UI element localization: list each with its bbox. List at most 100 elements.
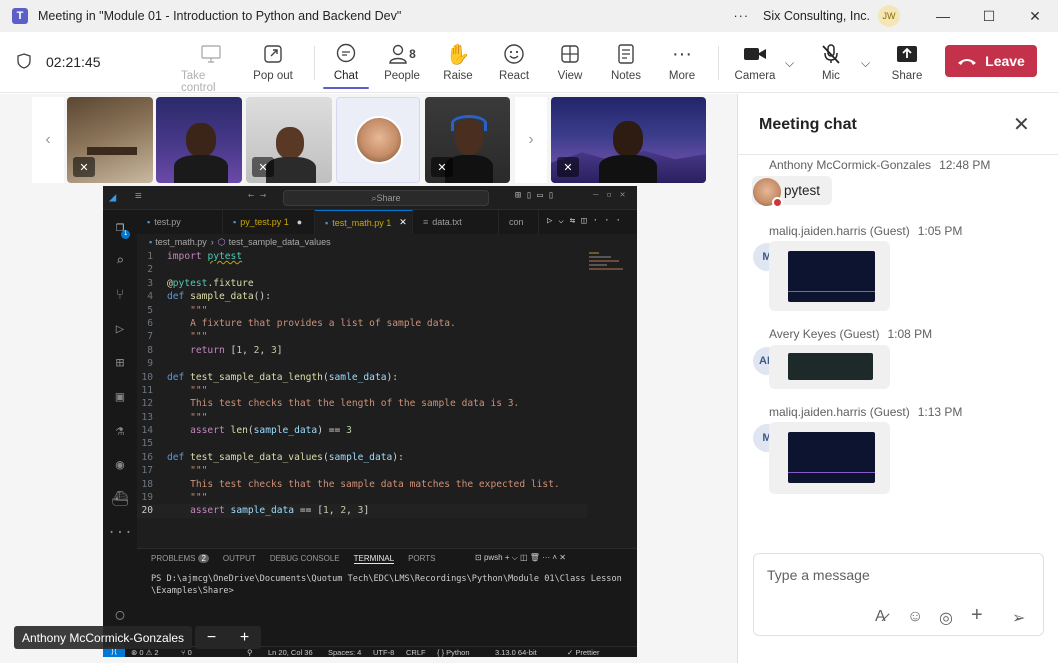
remote-explorer-icon: ▣ (115, 389, 125, 405)
add-attachment-icon[interactable]: + (971, 604, 983, 627)
tab-test-py: ▪ test.py (137, 210, 223, 234)
code-line: 9 (147, 358, 153, 370)
muted-mic-icon: ✕ (73, 157, 95, 177)
leave-button[interactable]: Leave (945, 45, 1037, 77)
panel-tabs: PROBLEMS 2 OUTPUT DEBUG CONSOLE TERMINAL … (151, 554, 435, 564)
chevron-left-icon: ‹ (45, 131, 51, 148)
people-count: 8 (409, 47, 416, 61)
participant-face (276, 127, 304, 159)
take-control-button[interactable]: Take control (181, 42, 241, 94)
minimap (589, 250, 635, 290)
organization-name[interactable]: Six Consulting, Inc. (763, 9, 870, 23)
chat-message-header: maliq.jaiden.harris (Guest) 1:05 PM (769, 224, 963, 238)
share-icon (896, 42, 918, 66)
mic-options-chevron-icon[interactable]: ⌵ (861, 56, 870, 71)
emoji-icon[interactable]: ☺ (907, 608, 923, 626)
close-window-button[interactable]: ✕ (1012, 0, 1058, 32)
close-chat-button[interactable]: ✕ (1013, 112, 1030, 137)
send-icon[interactable]: ➢ (1012, 608, 1025, 628)
screenshot-thumbnail[interactable] (788, 251, 875, 302)
react-button[interactable]: React (484, 42, 544, 82)
screenshot-thumbnail[interactable] (788, 353, 873, 380)
panel-tab-debug-console: DEBUG CONSOLE (269, 554, 340, 563)
code-line: 6 A fixture that provides a list of samp… (147, 317, 456, 329)
share-button[interactable]: Share (877, 42, 937, 82)
participant-avatar-tile[interactable] (336, 97, 420, 183)
participant-video-tile[interactable]: ✕ (67, 97, 153, 183)
code-line: 4 def sample_data (): (147, 291, 271, 303)
muted-mic-icon: ✕ (252, 157, 274, 177)
terminal-shell-label: ⊡ pwsh + ⌵ ◫ 🗑 ··· ˄ ✕ (475, 553, 567, 562)
raise-hand-button[interactable]: ✋ Raise (428, 42, 488, 83)
window-controls-icon: –▫✕ (593, 190, 634, 200)
more-button[interactable]: ··· More (652, 42, 712, 83)
grid-view-icon (560, 42, 580, 66)
python-file-icon: ▪ (147, 217, 151, 227)
text-file-icon: ≡ (423, 217, 429, 227)
participant-video-tile[interactable] (156, 97, 242, 183)
participant-video-tile[interactable]: ✕ (425, 97, 510, 183)
chat-button[interactable]: Chat (316, 42, 376, 82)
people-button[interactable]: 8 People (372, 42, 432, 82)
vscode-editor-tabs: ▪ test.py ▪ py_test.py 1 ● ▪ test_math.py 1 ✕… (137, 210, 637, 234)
testing-icon: ⚗ (115, 423, 125, 439)
code-line: 11 """ (141, 384, 208, 396)
search-icon: ⌕ (115, 253, 125, 269)
muted-mic-icon: ✕ (557, 157, 579, 177)
shared-screen-vscode: ◢ ≡ ← → ⌕ Share ⊞▯▭▯ –▫✕ ❐ 1 ⌕ ⑂ ▷ ⊞ ▣ ⚗… (103, 186, 637, 657)
format-icon[interactable]: A̷ (875, 608, 886, 626)
chat-message-header: Anthony McCormick-Gonzales 12:48 PM (769, 158, 991, 172)
zoom-out-button[interactable]: − (207, 629, 216, 647)
camera-options-chevron-icon[interactable]: ⌵ (785, 56, 794, 71)
code-line: 5 """ (147, 304, 208, 316)
tab-con: con (499, 210, 539, 234)
tab-py-test-py: ▪ py_test.py 1 ● (223, 210, 315, 234)
gallery-next-button[interactable]: › (515, 97, 547, 183)
user-avatar[interactable]: JW (878, 5, 900, 27)
screenshot-thumbnail[interactable] (788, 432, 875, 483)
message-input[interactable]: Type a message (767, 567, 870, 583)
participant-avatar (355, 116, 403, 164)
maximize-button[interactable]: ☐ (966, 0, 1012, 32)
notes-icon (617, 42, 635, 66)
docker-icon: ⛴ (111, 491, 129, 507)
zoom-in-button[interactable]: + (240, 629, 249, 647)
gallery-previous-button[interactable]: ‹ (32, 97, 64, 183)
more-options-icon[interactable]: ··· (734, 9, 750, 23)
panel-tab-terminal: TERMINAL (353, 554, 395, 564)
mic-muted-icon (820, 42, 842, 66)
minimize-button[interactable]: — (920, 0, 966, 32)
pop-out-button[interactable]: Pop out (243, 42, 303, 82)
tab-data-txt: ≡ data.txt (413, 210, 499, 234)
mic-button[interactable]: Mic (801, 42, 861, 82)
chat-message-header: maliq.jaiden.harris (Guest) 1:13 PM (769, 405, 963, 419)
camera-button[interactable]: Camera (725, 42, 785, 82)
code-line: 17 """ (141, 465, 208, 477)
loop-icon[interactable]: ◎ (939, 608, 953, 628)
python-file-icon: ▪ (325, 217, 329, 228)
code-line: 19 """ (141, 492, 208, 504)
shield-icon[interactable] (17, 53, 31, 69)
chat-image-message[interactable] (769, 422, 890, 494)
smiley-icon (503, 42, 525, 66)
view-button[interactable]: View (540, 42, 600, 82)
participant-video-tile[interactable]: ✕ (246, 97, 332, 183)
participant-face (613, 121, 643, 157)
avatar (753, 178, 783, 208)
menu-icon: ≡ (135, 189, 142, 202)
message-composer[interactable]: Type a message A̷ ☺ ◎ + ➢ (753, 553, 1044, 636)
chat-image-message[interactable] (769, 345, 890, 389)
meeting-timer: 02:21:45 (46, 54, 101, 70)
pop-out-icon (263, 42, 283, 66)
panel-tab-ports: PORTS (408, 554, 436, 563)
notes-button[interactable]: Notes (596, 42, 656, 82)
meeting-chat-panel: Meeting chat ✕ Anthony McCormick-Gonzale… (737, 94, 1058, 663)
participant-video-tile[interactable]: ✕ (551, 97, 706, 183)
code-line: 1 import pytest (147, 251, 243, 262)
panel-tab-output: OUTPUT (222, 554, 256, 563)
code-line: 2 (147, 264, 153, 276)
chat-image-message[interactable] (769, 241, 890, 311)
code-editor: 1 import pytest 2 3 @ pytest .fixture 4 def s… (137, 250, 587, 518)
window-title-bar: T Meeting in "Module 01 - Introduction t… (0, 0, 1058, 32)
chat-message-header: Avery Keyes (Guest) 1:08 PM (769, 327, 933, 341)
